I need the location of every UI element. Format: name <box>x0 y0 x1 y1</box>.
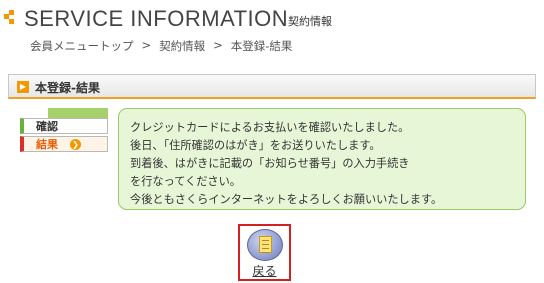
breadcrumb-separator: > <box>141 38 152 52</box>
back-link[interactable]: 戻る <box>240 262 289 279</box>
step-result: 結果 ❯ <box>20 136 108 152</box>
step-label: 確認 <box>36 120 58 133</box>
message-line: 到着後、はがきに記載の「お知らせ番号」の入力手続き <box>130 157 410 170</box>
message-line: 後日、「住所確認のはがき」をお送りいたします。 <box>130 139 381 152</box>
page-subtitle: 契約情報 <box>288 15 332 28</box>
breadcrumb-item-contract-info[interactable]: 契約情報 <box>159 38 205 54</box>
step-confirm: 確認 <box>20 118 108 134</box>
breadcrumb-separator: > <box>213 38 223 52</box>
step-navigation: 確認 結果 ❯ <box>20 108 108 154</box>
step-nav-accent <box>48 108 108 118</box>
message-line: を行なってください。 <box>130 175 241 188</box>
message-line: クレジットカードによるお支払いを確認いたしました。 <box>130 121 410 134</box>
back-button[interactable]: 戻る <box>238 224 291 281</box>
section-header: ▶ 本登録-結果 <box>8 74 536 99</box>
brand-mark-icon <box>4 10 18 24</box>
section-title: 本登録-結果 <box>35 81 100 95</box>
page-title: SERVICE INFORMATION <box>24 6 289 31</box>
breadcrumb-item-member-top[interactable]: 会員メニュートップ <box>30 38 134 54</box>
result-message: クレジットカードによるお支払いを確認いたしました。 後日、「住所確認のはがき」を… <box>118 108 526 210</box>
breadcrumb: 会員メニュートップ > 契約情報 > 本登録-結果 <box>30 38 292 54</box>
message-line: 今後ともさくらインターネットをよろしくお願いいたします。 <box>130 193 443 206</box>
document-icon[interactable] <box>247 229 283 261</box>
arrow-circle-icon: ❯ <box>70 139 81 150</box>
step-label: 結果 <box>36 138 58 151</box>
breadcrumb-item-current: 本登録-結果 <box>230 39 293 53</box>
play-square-icon: ▶ <box>17 81 29 93</box>
